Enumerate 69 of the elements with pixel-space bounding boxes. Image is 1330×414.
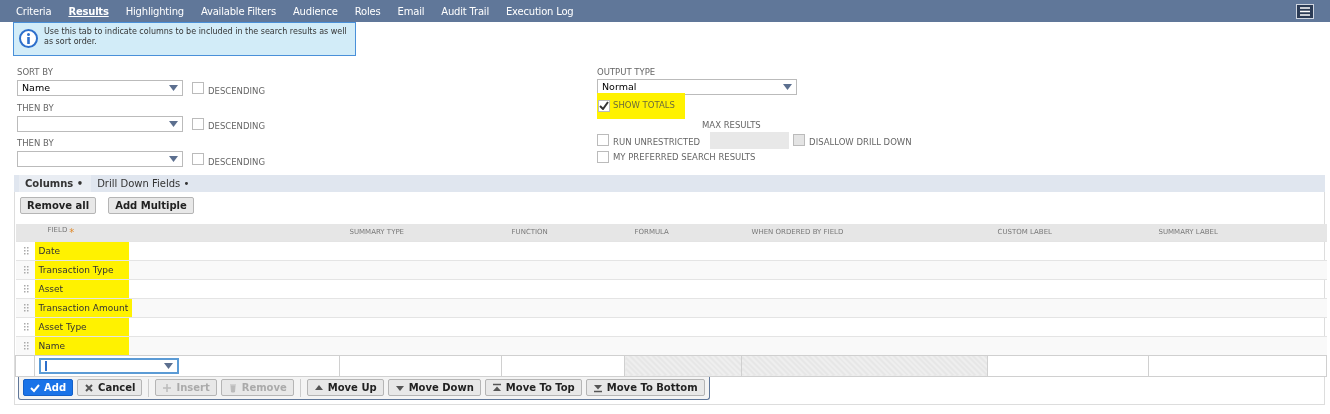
table-cell: Asset (34, 280, 129, 298)
tab[interactable]: Results (68, 3, 109, 19)
info-text: Use this tab to indicate columns to be included in the search results as well as sort order. (44, 27, 348, 47)
required-mark: * (69, 226, 75, 238)
checkbox[interactable] (192, 82, 204, 95)
dropdown-caret-icon (169, 156, 178, 163)
menu-button[interactable] (1296, 3, 1314, 19)
move-top-icon (491, 382, 502, 393)
sort-select[interactable]: Name (17, 80, 183, 97)
plus-icon (162, 382, 173, 393)
checkbox-label: DESCENDING (208, 84, 265, 98)
tab[interactable]: Audience (292, 3, 338, 19)
field-label: SORT BY (17, 66, 54, 79)
field-label: OUTPUT TYPE (597, 66, 657, 79)
drag-handle-icon[interactable] (23, 303, 29, 312)
tab[interactable]: Criteria (16, 3, 52, 19)
checkbox[interactable] (597, 134, 609, 146)
drag-handle-icon[interactable] (23, 246, 29, 255)
move-bottom-icon (592, 382, 603, 393)
checkbox[interactable] (598, 99, 610, 112)
action-button[interactable]: Add Multiple (108, 197, 194, 214)
checkbox-label: MY PREFERRED SEARCH RESULTS (613, 150, 756, 164)
toolbar-button[interactable]: Move To Top (484, 379, 582, 396)
toolbar-button[interactable]: Move Down (387, 379, 481, 396)
tab[interactable]: Email (397, 3, 425, 19)
drag-handle-icon[interactable] (23, 322, 29, 331)
table-cell: Transaction Amount (34, 299, 133, 317)
toolbar-button[interactable]: Cancel (77, 379, 143, 396)
subtab[interactable]: Columns • (19, 175, 92, 192)
drag-handle-icon[interactable] (23, 284, 29, 293)
checkbox-label: DESCENDING (208, 155, 265, 169)
table-cell: Asset Type (34, 318, 129, 336)
toolbar-button[interactable]: Move To Bottom (585, 379, 705, 396)
tab[interactable]: Roles (354, 3, 381, 19)
tab[interactable]: Highlighting (125, 3, 184, 19)
tab[interactable]: Execution Log (505, 3, 574, 19)
dropdown-caret-icon (164, 362, 173, 369)
table-cell: Name (34, 337, 129, 355)
field-label: MAX RESULTS (702, 118, 762, 132)
close-icon (84, 382, 95, 393)
tab[interactable]: Audit Trail (441, 3, 489, 19)
checkbox-label: SHOW TOTALS (613, 99, 675, 113)
trash-icon (227, 382, 238, 393)
drag-handle-icon[interactable] (23, 341, 29, 350)
dropdown-caret-icon (169, 120, 178, 127)
checkbox[interactable] (192, 153, 204, 166)
check-icon (30, 382, 40, 393)
checkbox[interactable] (597, 150, 609, 163)
field-select[interactable] (39, 357, 179, 374)
table-cell: Transaction Type (34, 261, 129, 279)
checkbox-label: RUN UNRESTRICTED (613, 135, 701, 149)
output-type-select[interactable]: Normal (597, 78, 797, 95)
table-cell: Date (34, 242, 129, 260)
field-label: THEN BY (17, 101, 55, 115)
drag-handle-icon[interactable] (23, 265, 29, 274)
checkbox[interactable] (192, 117, 204, 130)
menu-icon (1300, 6, 1310, 16)
checkbox-label: DISALLOW DRILL DOWN (809, 135, 912, 149)
sort-select[interactable] (17, 115, 183, 132)
info-icon (19, 29, 38, 48)
toolbar-button[interactable]: Move Up (306, 379, 384, 396)
dropdown-caret-icon (783, 83, 792, 90)
sort-select[interactable] (17, 151, 183, 168)
tab[interactable]: Available Filters (200, 3, 276, 19)
field-label: THEN BY (17, 137, 55, 150)
action-button[interactable]: Remove all (20, 197, 97, 214)
add-button[interactable]: Add (23, 379, 74, 396)
checkbox-label: DESCENDING (208, 120, 265, 133)
dropdown-caret-icon (169, 85, 178, 92)
